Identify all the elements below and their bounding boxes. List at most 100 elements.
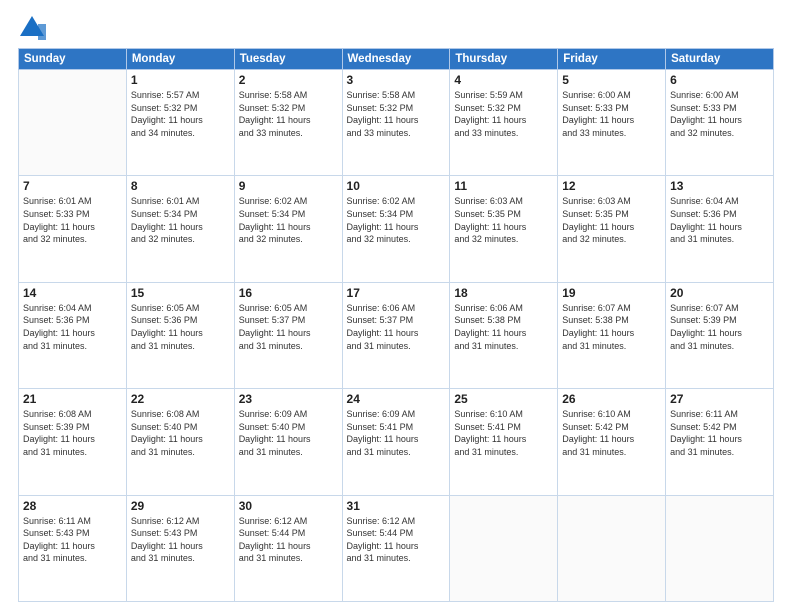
weekday-header-saturday: Saturday xyxy=(666,49,774,70)
weekday-header-row: SundayMondayTuesdayWednesdayThursdayFrid… xyxy=(19,49,774,70)
day-info: Sunrise: 6:07 AM Sunset: 5:38 PM Dayligh… xyxy=(562,302,661,352)
calendar-cell: 29 Sunrise: 6:12 AM Sunset: 5:43 PM Dayli… xyxy=(126,495,234,601)
week-row-2: 14 Sunrise: 6:04 AM Sunset: 5:36 PM Dayli… xyxy=(19,282,774,388)
week-row-0: 1 Sunrise: 5:57 AM Sunset: 5:32 PM Daylig… xyxy=(19,70,774,176)
day-info: Sunrise: 6:06 AM Sunset: 5:38 PM Dayligh… xyxy=(454,302,553,352)
calendar-cell: 10 Sunrise: 6:02 AM Sunset: 5:34 PM Dayli… xyxy=(342,176,450,282)
page: SundayMondayTuesdayWednesdayThursdayFrid… xyxy=(0,0,792,612)
day-info: Sunrise: 6:04 AM Sunset: 5:36 PM Dayligh… xyxy=(23,302,122,352)
day-number: 29 xyxy=(131,499,230,513)
day-number: 31 xyxy=(347,499,446,513)
day-number: 9 xyxy=(239,179,338,193)
calendar-cell: 16 Sunrise: 6:05 AM Sunset: 5:37 PM Dayli… xyxy=(234,282,342,388)
calendar-cell: 28 Sunrise: 6:11 AM Sunset: 5:43 PM Dayli… xyxy=(19,495,127,601)
day-number: 16 xyxy=(239,286,338,300)
calendar-cell: 4 Sunrise: 5:59 AM Sunset: 5:32 PM Daylig… xyxy=(450,70,558,176)
day-number: 20 xyxy=(670,286,769,300)
day-info: Sunrise: 6:12 AM Sunset: 5:43 PM Dayligh… xyxy=(131,515,230,565)
day-info: Sunrise: 6:00 AM Sunset: 5:33 PM Dayligh… xyxy=(670,89,769,139)
week-row-3: 21 Sunrise: 6:08 AM Sunset: 5:39 PM Dayli… xyxy=(19,389,774,495)
calendar-cell: 13Sunrise: 6:04 AM Sunset: 5:36 PM Dayli… xyxy=(666,176,774,282)
day-info: Sunrise: 6:08 AM Sunset: 5:40 PM Dayligh… xyxy=(131,408,230,458)
calendar-cell: 9 Sunrise: 6:02 AM Sunset: 5:34 PM Daylig… xyxy=(234,176,342,282)
weekday-header-sunday: Sunday xyxy=(19,49,127,70)
day-number: 8 xyxy=(131,179,230,193)
day-info: Sunrise: 6:00 AM Sunset: 5:33 PM Dayligh… xyxy=(562,89,661,139)
day-number: 18 xyxy=(454,286,553,300)
day-info: Sunrise: 6:05 AM Sunset: 5:36 PM Dayligh… xyxy=(131,302,230,352)
calendar-cell xyxy=(666,495,774,601)
day-info: Sunrise: 5:59 AM Sunset: 5:32 PM Dayligh… xyxy=(454,89,553,139)
calendar-cell: 3 Sunrise: 5:58 AM Sunset: 5:32 PM Daylig… xyxy=(342,70,450,176)
calendar-cell: 31Sunrise: 6:12 AM Sunset: 5:44 PM Dayli… xyxy=(342,495,450,601)
day-number: 6 xyxy=(670,73,769,87)
day-info: Sunrise: 6:11 AM Sunset: 5:43 PM Dayligh… xyxy=(23,515,122,565)
weekday-header-tuesday: Tuesday xyxy=(234,49,342,70)
day-number: 25 xyxy=(454,392,553,406)
calendar-cell: 24 Sunrise: 6:09 AM Sunset: 5:41 PM Dayli… xyxy=(342,389,450,495)
header xyxy=(18,14,774,42)
day-info: Sunrise: 6:04 AM Sunset: 5:36 PM Dayligh… xyxy=(670,195,769,245)
calendar-cell: 27Sunrise: 6:11 AM Sunset: 5:42 PM Dayli… xyxy=(666,389,774,495)
day-info: Sunrise: 5:58 AM Sunset: 5:32 PM Dayligh… xyxy=(239,89,338,139)
day-info: Sunrise: 6:12 AM Sunset: 5:44 PM Dayligh… xyxy=(239,515,338,565)
day-info: Sunrise: 6:09 AM Sunset: 5:40 PM Dayligh… xyxy=(239,408,338,458)
calendar-cell: 7 Sunrise: 6:01 AM Sunset: 5:33 PM Daylig… xyxy=(19,176,127,282)
weekday-header-wednesday: Wednesday xyxy=(342,49,450,70)
weekday-header-thursday: Thursday xyxy=(450,49,558,70)
calendar-cell: 18 Sunrise: 6:06 AM Sunset: 5:38 PM Dayli… xyxy=(450,282,558,388)
day-number: 21 xyxy=(23,392,122,406)
weekday-header-monday: Monday xyxy=(126,49,234,70)
calendar-cell: 19 Sunrise: 6:07 AM Sunset: 5:38 PM Dayli… xyxy=(558,282,666,388)
day-number: 14 xyxy=(23,286,122,300)
day-info: Sunrise: 6:03 AM Sunset: 5:35 PM Dayligh… xyxy=(454,195,553,245)
day-number: 12 xyxy=(562,179,661,193)
calendar-cell xyxy=(19,70,127,176)
day-number: 11 xyxy=(454,179,553,193)
day-number: 28 xyxy=(23,499,122,513)
calendar-cell: 5Sunrise: 6:00 AM Sunset: 5:33 PM Daylig… xyxy=(558,70,666,176)
day-info: Sunrise: 6:02 AM Sunset: 5:34 PM Dayligh… xyxy=(239,195,338,245)
calendar-cell xyxy=(558,495,666,601)
day-info: Sunrise: 6:09 AM Sunset: 5:41 PM Dayligh… xyxy=(347,408,446,458)
calendar-cell: 26 Sunrise: 6:10 AM Sunset: 5:42 PM Dayli… xyxy=(558,389,666,495)
weekday-header-friday: Friday xyxy=(558,49,666,70)
week-row-1: 7 Sunrise: 6:01 AM Sunset: 5:33 PM Daylig… xyxy=(19,176,774,282)
calendar-cell: 12 Sunrise: 6:03 AM Sunset: 5:35 PM Dayli… xyxy=(558,176,666,282)
day-info: Sunrise: 6:03 AM Sunset: 5:35 PM Dayligh… xyxy=(562,195,661,245)
day-number: 4 xyxy=(454,73,553,87)
day-number: 22 xyxy=(131,392,230,406)
calendar-cell: 22 Sunrise: 6:08 AM Sunset: 5:40 PM Dayli… xyxy=(126,389,234,495)
day-number: 1 xyxy=(131,73,230,87)
day-info: Sunrise: 6:02 AM Sunset: 5:34 PM Dayligh… xyxy=(347,195,446,245)
day-info: Sunrise: 5:58 AM Sunset: 5:32 PM Dayligh… xyxy=(347,89,446,139)
day-info: Sunrise: 5:57 AM Sunset: 5:32 PM Dayligh… xyxy=(131,89,230,139)
day-number: 23 xyxy=(239,392,338,406)
calendar-cell: 25 Sunrise: 6:10 AM Sunset: 5:41 PM Dayli… xyxy=(450,389,558,495)
day-info: Sunrise: 6:07 AM Sunset: 5:39 PM Dayligh… xyxy=(670,302,769,352)
day-number: 30 xyxy=(239,499,338,513)
day-info: Sunrise: 6:10 AM Sunset: 5:42 PM Dayligh… xyxy=(562,408,661,458)
calendar-table: SundayMondayTuesdayWednesdayThursdayFrid… xyxy=(18,48,774,602)
day-number: 10 xyxy=(347,179,446,193)
day-info: Sunrise: 6:01 AM Sunset: 5:33 PM Dayligh… xyxy=(23,195,122,245)
day-number: 17 xyxy=(347,286,446,300)
day-info: Sunrise: 6:05 AM Sunset: 5:37 PM Dayligh… xyxy=(239,302,338,352)
day-info: Sunrise: 6:10 AM Sunset: 5:41 PM Dayligh… xyxy=(454,408,553,458)
logo-icon xyxy=(18,14,46,42)
day-number: 7 xyxy=(23,179,122,193)
day-number: 19 xyxy=(562,286,661,300)
logo xyxy=(18,14,49,42)
calendar-cell: 6 Sunrise: 6:00 AM Sunset: 5:33 PM Daylig… xyxy=(666,70,774,176)
calendar-cell: 8Sunrise: 6:01 AM Sunset: 5:34 PM Daylig… xyxy=(126,176,234,282)
calendar-cell: 2 Sunrise: 5:58 AM Sunset: 5:32 PM Daylig… xyxy=(234,70,342,176)
day-number: 3 xyxy=(347,73,446,87)
calendar-cell: 15Sunrise: 6:05 AM Sunset: 5:36 PM Dayli… xyxy=(126,282,234,388)
day-number: 2 xyxy=(239,73,338,87)
calendar-cell: 1 Sunrise: 5:57 AM Sunset: 5:32 PM Daylig… xyxy=(126,70,234,176)
day-info: Sunrise: 6:08 AM Sunset: 5:39 PM Dayligh… xyxy=(23,408,122,458)
week-row-4: 28 Sunrise: 6:11 AM Sunset: 5:43 PM Dayli… xyxy=(19,495,774,601)
day-number: 26 xyxy=(562,392,661,406)
calendar-cell: 21 Sunrise: 6:08 AM Sunset: 5:39 PM Dayli… xyxy=(19,389,127,495)
day-number: 24 xyxy=(347,392,446,406)
